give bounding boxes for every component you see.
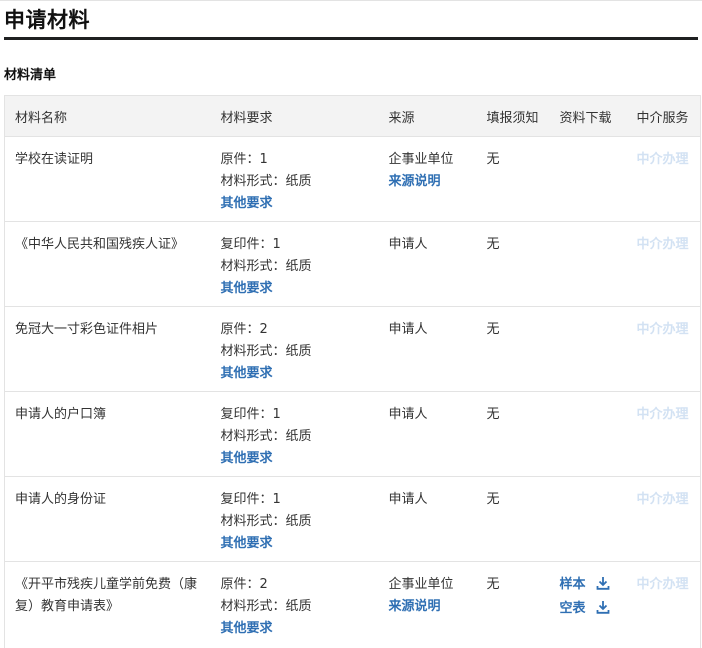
fill-notice: 无	[476, 221, 550, 307]
agency-service-button[interactable]: 中介办理	[637, 492, 689, 507]
material-name: 《中华人民共和国残疾人证》	[4, 221, 211, 307]
source-text: 申请人	[388, 322, 428, 337]
material-source: 申请人	[378, 391, 477, 477]
agency-service-button[interactable]: 中介办理	[637, 577, 689, 592]
agency-service-button[interactable]: 中介办理	[637, 407, 689, 422]
material-requirements: 复印件：1 材料形式：纸质 其他要求	[210, 221, 379, 307]
material-source: 企事业单位 来源说明	[378, 561, 477, 648]
agency-service-button[interactable]: 中介办理	[637, 152, 689, 167]
fill-notice: 无	[476, 306, 550, 392]
page-title: 申请材料	[4, 8, 90, 32]
material-name: 申请人的身份证	[4, 476, 211, 562]
downloads-cell	[549, 221, 627, 307]
other-requirements-link[interactable]: 其他要求	[221, 618, 379, 640]
top-border	[0, 0, 702, 1]
material-requirements: 原件：2 材料形式：纸质 其他要求	[210, 306, 379, 392]
downloads-cell	[549, 391, 627, 477]
copy-requirement: 复印件：1	[220, 237, 281, 252]
material-source: 申请人	[378, 306, 477, 392]
table-row: 免冠大一寸彩色证件相片 原件：2 材料形式：纸质 其他要求 申请人 无 中介办理	[4, 306, 701, 392]
agency-service-cell: 中介办理	[626, 221, 701, 307]
fill-notice: 无	[476, 136, 550, 222]
other-requirements-link[interactable]: 其他要求	[221, 278, 379, 300]
form-requirement: 材料形式：纸质	[220, 344, 312, 359]
agency-service-cell: 中介办理	[626, 136, 701, 222]
header-fill-notice: 填报须知	[476, 95, 550, 137]
other-requirements-link[interactable]: 其他要求	[221, 448, 379, 470]
source-note-link[interactable]: 来源说明	[389, 171, 477, 193]
downloads-cell	[549, 136, 627, 222]
fill-notice: 无	[476, 391, 550, 477]
agency-service-cell: 中介办理	[626, 306, 701, 392]
downloads-cell	[549, 306, 627, 392]
agency-service-button[interactable]: 中介办理	[637, 322, 689, 337]
material-name: 学校在读证明	[4, 136, 211, 222]
material-name: 免冠大一寸彩色证件相片	[4, 306, 211, 392]
agency-service-cell: 中介办理	[626, 476, 701, 562]
agency-service-cell: 中介办理	[626, 391, 701, 477]
material-source: 申请人	[378, 221, 477, 307]
form-requirement: 材料形式：纸质	[220, 259, 312, 274]
blank-form-download-link[interactable]: 空表	[560, 598, 627, 622]
form-requirement: 材料形式：纸质	[220, 514, 312, 529]
material-source: 企事业单位 来源说明	[378, 136, 477, 222]
source-text: 申请人	[388, 237, 428, 252]
table-row: 《开平市残疾儿童学前免费（康复）教育申请表》 原件：2 材料形式：纸质 其他要求…	[4, 561, 701, 648]
download-icon	[596, 576, 610, 598]
form-requirement: 材料形式：纸质	[220, 599, 312, 614]
table-row: 《中华人民共和国残疾人证》 复印件：1 材料形式：纸质 其他要求 申请人 无 中…	[4, 221, 701, 307]
table-row: 学校在读证明 原件：1 材料形式：纸质 其他要求 企事业单位 来源说明 无 中介…	[4, 136, 701, 222]
header-agency-service: 中介服务	[626, 95, 701, 137]
downloads-cell: 样本 空表	[549, 561, 627, 648]
source-text: 企事业单位	[388, 152, 454, 167]
material-name: 《开平市残疾儿童学前免费（康复）教育申请表》	[4, 561, 211, 648]
material-requirements: 原件：2 材料形式：纸质 其他要求	[210, 561, 379, 648]
copy-requirement: 原件：2	[220, 322, 268, 337]
material-requirements: 复印件：1 材料形式：纸质 其他要求	[210, 476, 379, 562]
downloads-cell	[549, 476, 627, 562]
other-requirements-link[interactable]: 其他要求	[221, 193, 379, 215]
material-requirements: 复印件：1 材料形式：纸质 其他要求	[210, 391, 379, 477]
header-downloads: 资料下载	[549, 95, 627, 137]
sample-label: 样本	[559, 577, 586, 592]
header-source: 来源	[378, 95, 477, 137]
source-text: 申请人	[388, 407, 428, 422]
header-material-name: 材料名称	[4, 95, 211, 137]
source-text: 申请人	[388, 492, 428, 507]
sample-download-link[interactable]: 样本	[560, 574, 627, 598]
table-row: 申请人的身份证 复印件：1 材料形式：纸质 其他要求 申请人 无 中介办理	[4, 476, 701, 562]
other-requirements-link[interactable]: 其他要求	[221, 363, 379, 385]
copy-requirement: 原件：1	[220, 152, 268, 167]
table-row: 申请人的户口簿 复印件：1 材料形式：纸质 其他要求 申请人 无 中介办理	[4, 391, 701, 477]
table-header-row: 材料名称 材料要求 来源 填报须知 资料下载 中介服务	[4, 95, 701, 137]
copy-requirement: 原件：2	[220, 577, 268, 592]
source-note-link[interactable]: 来源说明	[389, 596, 477, 618]
copy-requirement: 复印件：1	[220, 407, 281, 422]
title-divider	[4, 37, 698, 40]
form-requirement: 材料形式：纸质	[220, 174, 312, 189]
fill-notice: 无	[476, 476, 550, 562]
source-text: 企事业单位	[388, 577, 454, 592]
materials-table: 材料名称 材料要求 来源 填报须知 资料下载 中介服务 学校在读证明 原件：1 …	[4, 95, 701, 648]
blank-form-label: 空表	[559, 601, 586, 616]
form-requirement: 材料形式：纸质	[220, 429, 312, 444]
agency-service-button[interactable]: 中介办理	[637, 237, 689, 252]
material-source: 申请人	[378, 476, 477, 562]
fill-notice: 无	[476, 561, 550, 648]
copy-requirement: 复印件：1	[220, 492, 281, 507]
section-title: 材料清单	[4, 68, 57, 83]
material-requirements: 原件：1 材料形式：纸质 其他要求	[210, 136, 379, 222]
other-requirements-link[interactable]: 其他要求	[221, 533, 379, 555]
header-material-requirements: 材料要求	[210, 95, 379, 137]
material-name: 申请人的户口簿	[4, 391, 211, 477]
download-icon	[596, 600, 610, 622]
agency-service-cell: 中介办理	[626, 561, 701, 648]
